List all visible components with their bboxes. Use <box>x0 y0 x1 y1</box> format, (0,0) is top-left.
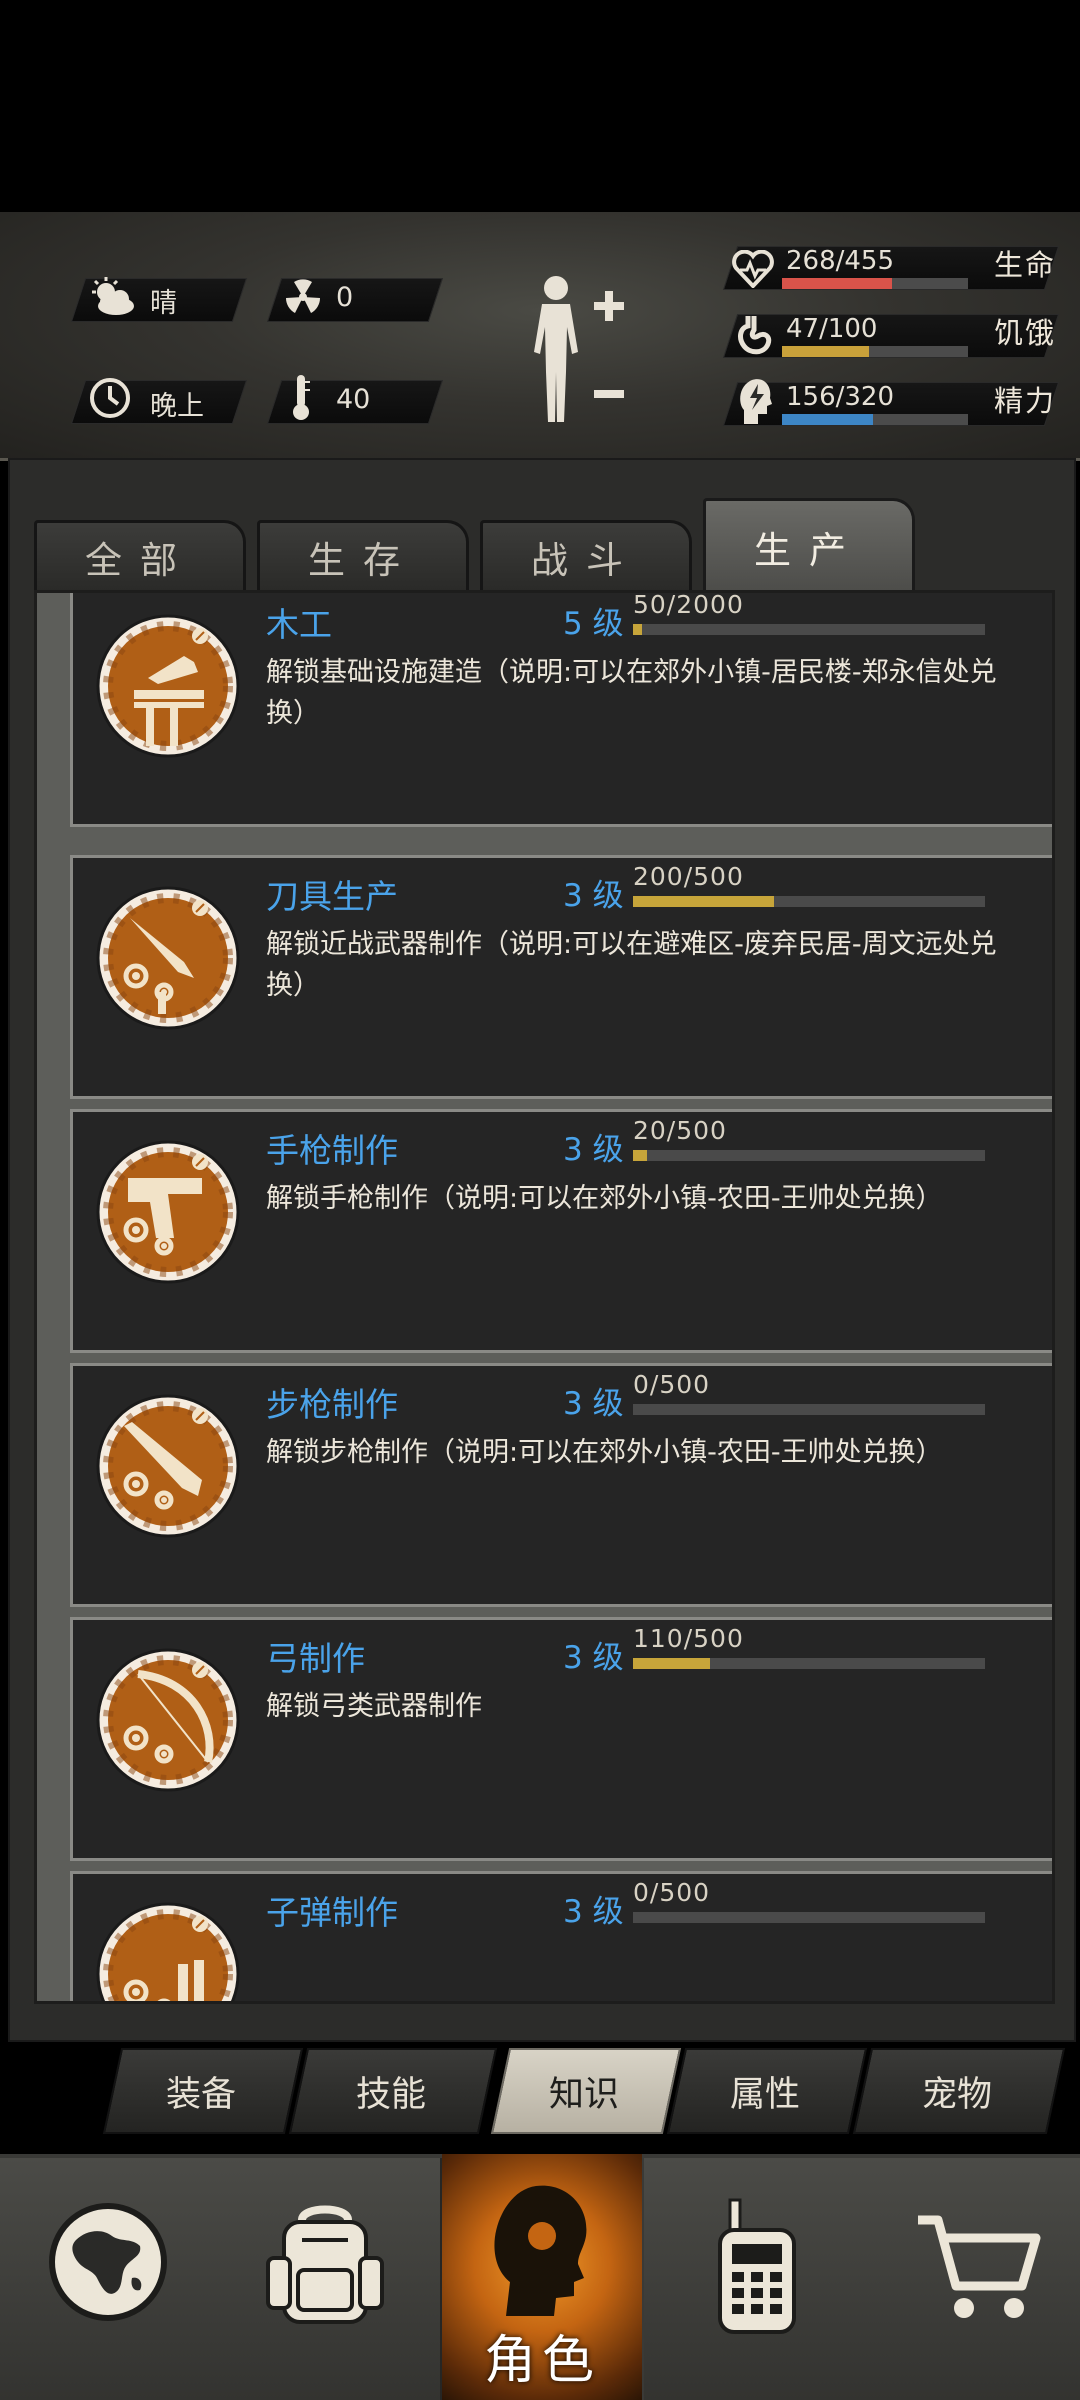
woodwork-icon <box>96 612 240 786</box>
skill-name: 弓制作 <box>266 1639 365 1678</box>
subtab-knowledge-label: 知识 <box>548 2075 619 2115</box>
skill-progress-text: 0/500 <box>633 1370 711 1399</box>
skill-list[interactable]: 木工 5 级 50/2000 解锁基础设施建造（说明:可以在郊外小镇-居民楼-郑永信处… <box>34 590 1055 2004</box>
skill-description: 解锁步枪制作（说明:可以在郊外小镇-农田-王帅处兑换） <box>266 1437 943 1468</box>
skill-progress-bar <box>633 624 985 635</box>
time-text: 晚上 <box>150 391 204 422</box>
skill-description: 解锁基础设施建造（说明:可以在郊外小镇-居民楼-郑永信处兑换） <box>266 657 997 729</box>
body-status-button[interactable] <box>520 272 630 432</box>
skill-card[interactable]: 步枪制作 3 级 0/500 解锁步枪制作（说明:可以在郊外小镇-农田-王帅处兑换） <box>70 1363 1052 1607</box>
skill-name: 步枪制作 <box>266 1385 398 1424</box>
skill-name: 刀具生产 <box>266 877 398 916</box>
skill-progress-text: 110/500 <box>633 1624 744 1653</box>
tab-all[interactable]: 全部 <box>34 520 246 591</box>
energy-bar <box>782 414 968 425</box>
thermometer-icon <box>293 375 310 420</box>
skill-progress-text: 0/500 <box>633 1878 711 1907</box>
nav-shop-cart-icon[interactable] <box>914 2212 1044 2322</box>
stomach-icon <box>738 316 772 355</box>
hunger-label: 饥饿 <box>994 316 1057 350</box>
skill-level: 3 级 <box>563 1640 624 1676</box>
weather-sun-cloud-icon <box>92 277 134 315</box>
pistol-gear-icon <box>96 1138 240 1312</box>
clock-icon <box>90 378 130 418</box>
heart-icon <box>732 250 774 288</box>
bullet-gear-icon <box>96 1900 240 2001</box>
life-label: 生命 <box>994 248 1057 282</box>
skill-description: 解锁弓类武器制作 <box>266 1691 482 1722</box>
skill-level: 3 级 <box>563 1386 624 1422</box>
skill-progress-bar <box>633 1658 985 1669</box>
energy-label: 精力 <box>994 384 1057 418</box>
hunger-bar <box>782 346 968 357</box>
skill-description: 解锁近战武器制作（说明:可以在避难区-废弃民居-周文远处兑换） <box>266 929 997 1001</box>
life-bar <box>782 278 968 289</box>
subtab-attributes-label: 属性 <box>729 2075 800 2115</box>
skill-card[interactable]: 弓制作 3 级 110/500 解锁弓类武器制作 <box>70 1617 1052 1861</box>
tab-production[interactable]: 生产 <box>703 498 915 593</box>
tab-survival[interactable]: 生存 <box>257 520 469 591</box>
skill-progress-bar <box>633 896 985 907</box>
temperature-value: 40 <box>336 384 371 415</box>
skill-progress-bar <box>633 1404 985 1415</box>
skill-level: 5 级 <box>563 606 624 642</box>
status-header: 晴 0 晚上 40 268/455 生命 47/100 饥饿 156/320 精… <box>0 212 1080 461</box>
head-bolt-icon <box>740 379 772 424</box>
energy-value: 156/320 <box>786 382 895 412</box>
radiation-value: 0 <box>336 282 354 313</box>
nav-map-globe-icon[interactable] <box>46 2200 170 2324</box>
skill-card[interactable]: 手枪制作 3 级 20/500 解锁手枪制作（说明:可以在郊外小镇-农田-王帅处兑换） <box>70 1109 1052 1353</box>
skill-level: 3 级 <box>563 878 624 914</box>
subtab-skills-label: 技能 <box>355 2075 426 2115</box>
knife-gear-icon <box>96 884 240 1058</box>
rifle-gear-icon <box>96 1392 240 1566</box>
weather-text: 晴 <box>150 288 177 319</box>
skill-name: 子弹制作 <box>266 1893 398 1932</box>
skill-progress-text: 200/500 <box>633 862 744 891</box>
skill-progress-text: 50/2000 <box>633 590 744 619</box>
subtab-pets-label: 宠物 <box>921 2075 992 2115</box>
skill-name: 手枪制作 <box>266 1131 398 1170</box>
skill-description: 解锁手枪制作（说明:可以在郊外小镇-农田-王帅处兑换） <box>266 1183 943 1214</box>
skill-card[interactable]: 刀具生产 3 级 200/500 解锁近战武器制作（说明:可以在避难区-废弃民居-周文… <box>70 855 1052 1099</box>
tab-combat[interactable]: 战斗 <box>480 520 692 591</box>
life-value: 268/455 <box>786 246 895 276</box>
nav-backpack-icon[interactable] <box>262 2200 388 2330</box>
skill-progress-text: 20/500 <box>633 1116 727 1145</box>
hunger-value: 47/100 <box>786 314 878 344</box>
bow-gear-icon <box>96 1646 240 1820</box>
skill-card[interactable]: 子弹制作 3 级 0/500 <box>70 1871 1052 2001</box>
skill-level: 3 级 <box>563 1894 624 1930</box>
skill-progress-bar <box>633 1912 985 1923</box>
nav-character-label: 角色 <box>483 2331 600 2391</box>
nav-radio-icon[interactable] <box>712 2196 802 2336</box>
skill-level: 3 级 <box>563 1132 624 1168</box>
skill-name: 木工 <box>266 605 332 644</box>
skill-progress-bar <box>633 1150 985 1161</box>
radiation-icon <box>286 279 320 313</box>
subtab-equipment-label: 装备 <box>165 2075 236 2115</box>
skill-card[interactable]: 木工 5 级 50/2000 解锁基础设施建造（说明:可以在郊外小镇-居民楼-郑永信处… <box>70 590 1052 827</box>
character-head-icon <box>494 2185 587 2316</box>
